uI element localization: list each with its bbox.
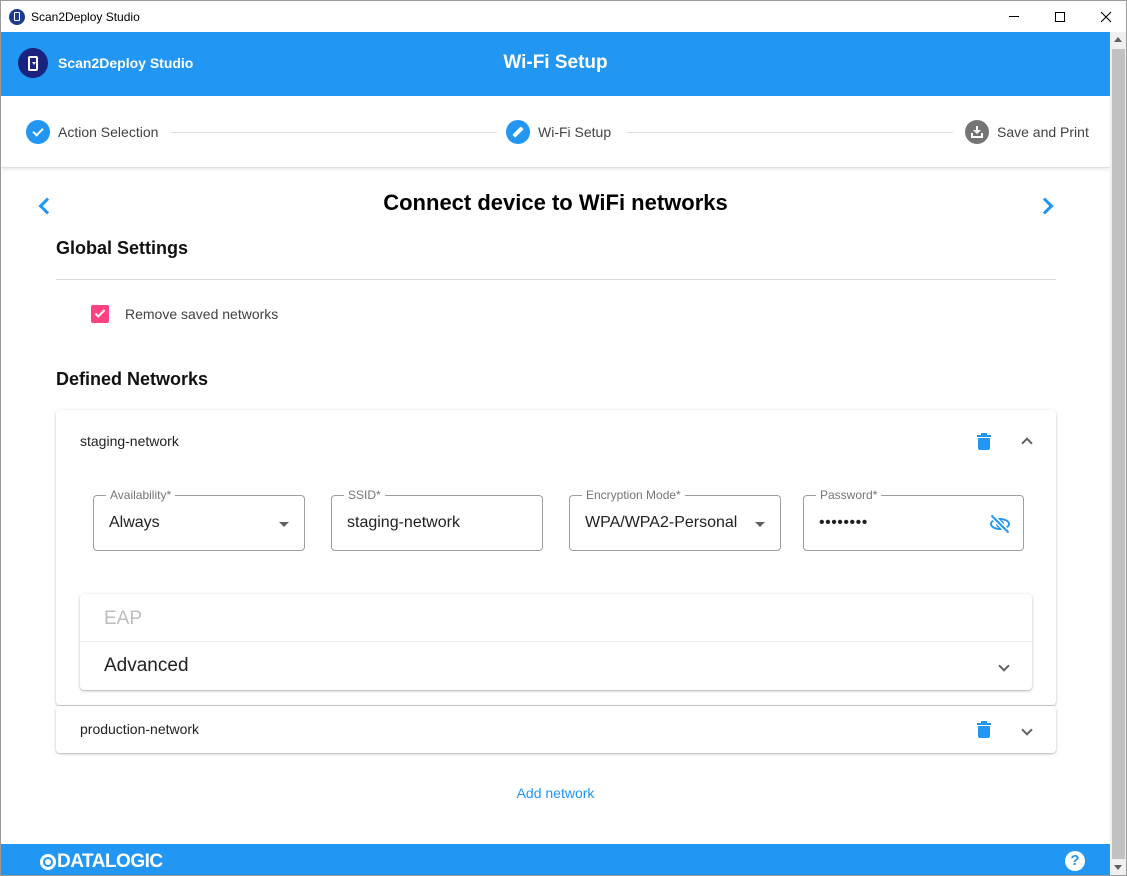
password-value: •••••••• — [819, 514, 868, 531]
remove-saved-networks-label: Remove saved networks — [125, 306, 279, 322]
close-icon — [1100, 11, 1112, 22]
maximize-icon — [1055, 11, 1065, 22]
window-title: Scan2Deploy Studio — [31, 9, 140, 24]
toggle-visibility-eye-off-icon[interactable] — [989, 514, 1011, 534]
defined-networks-heading: Defined Networks — [56, 369, 209, 389]
help-icon[interactable]: ? — [1065, 851, 1085, 871]
ssid-value: staging-network — [347, 514, 460, 531]
availability-value: Always — [109, 514, 160, 531]
download-icon — [965, 120, 989, 144]
network-name[interactable]: production-network — [80, 721, 199, 737]
vertical-scrollbar[interactable] — [1110, 32, 1126, 875]
network-name[interactable]: staging-network — [80, 433, 179, 449]
minimize-button[interactable] — [991, 1, 1037, 32]
delete-network-trash-icon[interactable] — [977, 433, 991, 450]
stepper: Action Selection Wi-Fi Setup Save and Pr… — [1, 96, 1110, 168]
step-label: Wi-Fi Setup — [538, 124, 612, 140]
network-subsections: EAP Advanced — [80, 594, 1032, 690]
step-label: Save and Print — [997, 124, 1089, 140]
minimize-icon — [1009, 16, 1019, 17]
encryption-mode-label: Encryption Mode* — [582, 488, 685, 502]
header-title: Wi-Fi Setup — [503, 52, 608, 73]
encryption-mode-value: WPA/WPA2-Personal — [585, 514, 738, 531]
step-label: Action Selection — [58, 124, 159, 140]
availability-select[interactable]: Availability* Always — [93, 488, 305, 551]
check-icon — [26, 120, 50, 144]
app-header: Scan2Deploy Studio Wi-Fi Setup — [1, 32, 1110, 96]
close-button[interactable] — [1083, 1, 1126, 32]
page-title: Connect device to WiFi networks — [383, 190, 728, 215]
remove-saved-networks-checkbox[interactable] — [91, 305, 109, 323]
scrollbar-thumb[interactable] — [1112, 49, 1125, 859]
datalogic-logo: DATALOGIC — [40, 851, 163, 873]
eap-section-header: EAP — [104, 608, 143, 629]
step-wifi-setup[interactable]: Wi-Fi Setup — [506, 120, 611, 144]
expand-chevron-down-icon[interactable] — [1021, 724, 1033, 736]
section-divider — [56, 279, 1056, 280]
logo-text: DATALOGIC — [57, 851, 163, 872]
global-settings-heading: Global Settings — [56, 238, 189, 258]
subsection-divider — [80, 641, 1032, 642]
scroll-up-icon[interactable] — [1114, 37, 1122, 42]
app-footer: DATALOGIC ? — [1, 844, 1110, 875]
dropdown-arrow-icon — [755, 522, 765, 527]
advanced-section-header[interactable]: Advanced — [104, 655, 189, 677]
title-bar: Scan2Deploy Studio — [1, 1, 1126, 32]
app-icon — [9, 8, 25, 25]
step-connector — [171, 132, 497, 133]
datalogic-ring-icon — [40, 854, 56, 870]
remove-saved-networks-option[interactable]: Remove saved networks — [91, 305, 278, 323]
step-action-selection[interactable]: Action Selection — [26, 120, 158, 144]
ssid-label: SSID* — [344, 488, 385, 502]
collapse-chevron-up-icon[interactable] — [1021, 437, 1033, 449]
dropdown-arrow-icon — [279, 522, 289, 527]
password-label: Password* — [816, 488, 882, 502]
add-network-button[interactable]: Add network — [1, 785, 1110, 801]
step-save-and-print[interactable]: Save and Print — [965, 120, 1089, 144]
scroll-down-icon[interactable] — [1114, 865, 1122, 870]
expand-chevron-down-icon[interactable] — [998, 660, 1010, 672]
password-input[interactable]: Password* •••••••• — [803, 488, 1024, 551]
delete-network-trash-icon[interactable] — [977, 721, 991, 738]
pencil-icon — [506, 120, 530, 144]
encryption-mode-select[interactable]: Encryption Mode* WPA/WPA2-Personal — [569, 488, 781, 551]
availability-label: Availability* — [106, 488, 176, 502]
app-window: Scan2Deploy Studio Scan2Deploy Studio Wi… — [0, 0, 1127, 876]
network-panel-production[interactable]: production-network — [56, 706, 1056, 753]
step-connector — [627, 132, 953, 133]
ssid-input[interactable]: SSID* staging-network — [331, 488, 543, 551]
maximize-button[interactable] — [1037, 1, 1083, 32]
